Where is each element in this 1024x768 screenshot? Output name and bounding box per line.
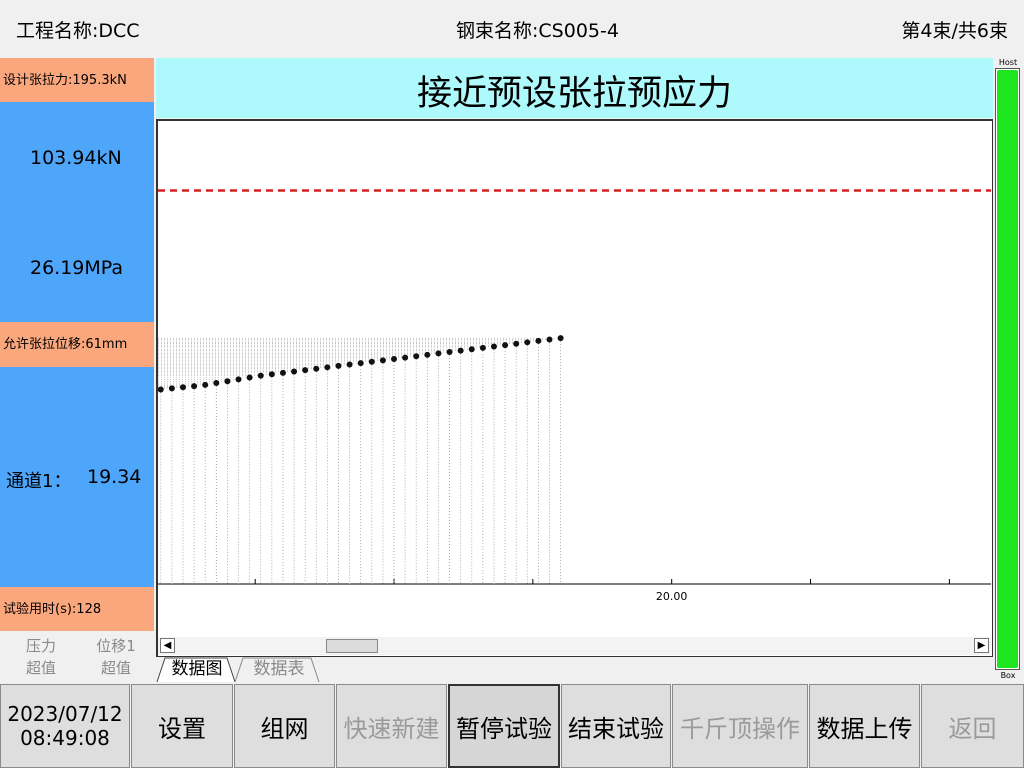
chart-svg: 20.00 [158, 189, 991, 603]
gauge-bottom-label: Box [1000, 671, 1016, 680]
gauge-top-label: Host [998, 58, 1018, 67]
pause-test-button[interactable]: 暂停试验 [448, 684, 560, 768]
strand-counter: 第4束/共6束 [901, 20, 1008, 42]
scroll-thumb[interactable] [326, 639, 378, 653]
strand-name: 钢束名称:CS005-4 [456, 20, 619, 42]
x-tick-label: 20.00 [656, 590, 688, 603]
data-point [302, 367, 309, 374]
jack-operation-button[interactable]: 千斤顶操作 [672, 684, 808, 768]
force-value: 103.94kN [30, 147, 122, 169]
data-point [246, 374, 253, 381]
data-point [313, 365, 320, 372]
data-point [546, 336, 553, 343]
chart-horizontal-scrollbar[interactable]: ◀ ▶ [158, 637, 991, 655]
pressure-value: 26.19MPa [30, 257, 124, 279]
data-point [191, 383, 198, 390]
data-point [379, 357, 386, 364]
data-upload-button[interactable]: 数据上传 [809, 684, 920, 768]
scroll-left-button[interactable]: ◀ [160, 638, 175, 653]
quick-new-button[interactable]: 快速新建 [336, 684, 447, 768]
data-point [446, 349, 453, 356]
data-chart: 20.00 [156, 119, 993, 657]
data-point [391, 355, 398, 362]
data-point [346, 361, 353, 368]
end-test-button[interactable]: 结束试验 [561, 684, 671, 768]
data-point [502, 342, 509, 349]
displacement-legend: 位移1 超值 [88, 635, 144, 679]
network-button[interactable]: 组网 [234, 684, 335, 768]
data-point [479, 344, 486, 351]
displacement-legend-status: 超值 [100, 659, 131, 677]
pressure-legend-label: 压力 [25, 637, 56, 655]
status-banner: 接近预设张拉预应力 [156, 58, 993, 118]
data-point [168, 385, 175, 392]
data-point [513, 340, 520, 347]
tab-data-chart[interactable]: 数据图 [162, 657, 232, 682]
channel-value: 19.34 [87, 466, 142, 488]
data-point [257, 372, 264, 379]
data-point [179, 384, 186, 391]
date-text: 2023/07/12 [7, 702, 123, 726]
header-bar: 工程名称:DCC 钢束名称:CS005-4 第4束/共6束 [0, 0, 1024, 57]
data-point [424, 351, 431, 358]
channel-panel: 通道1： 19.34 [0, 367, 154, 587]
allowed-displacement-label: 允许张拉位移:61mm [0, 322, 154, 367]
data-point [457, 347, 464, 354]
elapsed-time-label: 试验用时(s):128 [0, 587, 154, 631]
data-point [535, 337, 542, 344]
data-point [413, 353, 420, 360]
data-point [490, 343, 497, 350]
data-point [324, 364, 331, 371]
scroll-right-button[interactable]: ▶ [974, 638, 989, 653]
force-progress-gauge [995, 68, 1020, 670]
data-point [557, 335, 564, 342]
data-point [402, 354, 409, 361]
channel-label: 通道1： [6, 471, 72, 492]
data-point [279, 369, 286, 376]
data-point [213, 380, 220, 387]
pressure-legend-status: 超值 [25, 659, 56, 677]
force-panel: 103.94kN 26.19MPa [0, 102, 154, 322]
data-point [357, 360, 364, 367]
data-point [435, 350, 442, 357]
data-point [224, 378, 231, 385]
data-point [291, 368, 298, 375]
gauge-fill [997, 70, 1018, 668]
data-point [368, 358, 375, 365]
settings-button[interactable]: 设置 [131, 684, 233, 768]
tab-data-table[interactable]: 数据表 [244, 657, 314, 682]
data-point [202, 381, 209, 388]
project-name: 工程名称:DCC [16, 20, 140, 42]
data-point [235, 376, 242, 383]
data-point [524, 339, 531, 346]
datetime-display: 2023/07/12 08:49:08 [0, 684, 130, 768]
back-button[interactable]: 返回 [921, 684, 1024, 768]
design-force-label: 设计张拉力:195.3kN [0, 58, 154, 102]
displacement-legend-label: 位移1 [96, 637, 136, 655]
data-point [158, 386, 164, 393]
data-point [468, 346, 475, 353]
pressure-legend: 压力 超值 [16, 635, 66, 679]
time-text: 08:49:08 [20, 726, 110, 750]
data-point [268, 371, 275, 378]
data-point [335, 362, 342, 369]
